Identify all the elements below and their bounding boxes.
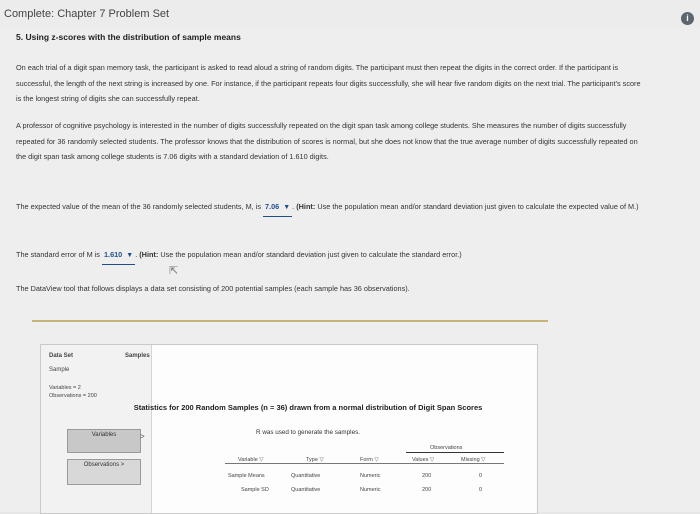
expected-value-selected: 7.06 <box>265 202 280 211</box>
table-cell-form: Numeric <box>360 487 381 493</box>
table-cell-missing: 0 <box>479 487 483 493</box>
paragraph-task-description: On each trial of a digit span memory tas… <box>16 63 641 103</box>
observations-button-label: Observations <box>83 462 120 468</box>
standard-error-dropdown[interactable]: 1.610 ▼ <box>101 247 136 265</box>
observations-button[interactable]: Observations > <box>67 459 141 485</box>
observations-count: Observations = 200 <box>49 393 97 399</box>
hint-expected: (Hint: Use the population mean and/or st… <box>296 202 638 211</box>
sample-item[interactable]: Sample <box>49 367 69 373</box>
hint-expected-text: Use the population mean and/or standard … <box>317 202 639 211</box>
question-expected-value: The expected value of the mean of the 36… <box>16 199 646 217</box>
stats-title: Statistics for 200 Random Samples (n = 3… <box>133 403 483 412</box>
table-cell-type: Quantitative <box>291 487 321 493</box>
stats-subtitle: R was used to generate the samples. <box>256 429 360 436</box>
hint-label: (Hint: <box>296 202 316 211</box>
expected-value-dropdown[interactable]: 7.06 ▼ <box>263 199 293 217</box>
paragraph-professor: A professor of cognitive psychology is i… <box>16 121 638 161</box>
table-cell-type: Quantitative <box>291 473 321 479</box>
assignment-title: Complete: Chapter 7 Problem Set <box>4 8 170 20</box>
top-bar: Complete: Chapter 7 Problem Set i <box>0 0 700 28</box>
divider <box>32 320 548 322</box>
hint-se-text: Use the population mean and/or standard … <box>160 250 462 259</box>
table-cell-variable[interactable]: Sample SD <box>241 487 269 493</box>
table-cell-values: 200 <box>422 473 432 479</box>
dropdown-arrow-icon: ▼ <box>283 204 291 211</box>
variables-button-label: Variables <box>91 432 117 438</box>
mouse-cursor-icon: ⇱ <box>169 265 179 277</box>
observations-chevron-icon: > <box>120 462 125 468</box>
question-se-text: The standard error of M is <box>16 250 100 259</box>
hint-label: (Hint: <box>139 250 159 259</box>
question-expected-text: The expected value of the mean of the 36… <box>16 202 261 211</box>
standard-error-selected: 1.610 <box>103 250 123 259</box>
table-header-rule <box>225 463 504 464</box>
table-cell-missing: 0 <box>479 473 483 479</box>
data-set-label: Data Set <box>49 353 74 359</box>
table-cell-form: Numeric <box>360 473 381 479</box>
table-cell-variable[interactable]: Sample Means <box>228 473 265 479</box>
dropdown-arrow-icon: ▼ <box>126 252 134 259</box>
observations-group-header: Observations <box>430 445 463 451</box>
problem-heading: 5. Using z-scores with the distribution … <box>16 32 241 42</box>
observations-rule <box>406 452 504 453</box>
question-standard-error: The standard error of M is 1.610 ▼. (Hint… <box>16 247 646 265</box>
samples-label: Samples <box>125 353 150 359</box>
hint-se: (Hint: Use the population mean and/or st… <box>139 250 461 259</box>
variables-count: Variables = 2 <box>49 385 81 391</box>
info-icon[interactable]: i <box>681 12 694 25</box>
paragraph-dataview-intro: The DataView tool that follows displays … <box>16 284 410 293</box>
table-cell-values: 200 <box>422 487 432 493</box>
